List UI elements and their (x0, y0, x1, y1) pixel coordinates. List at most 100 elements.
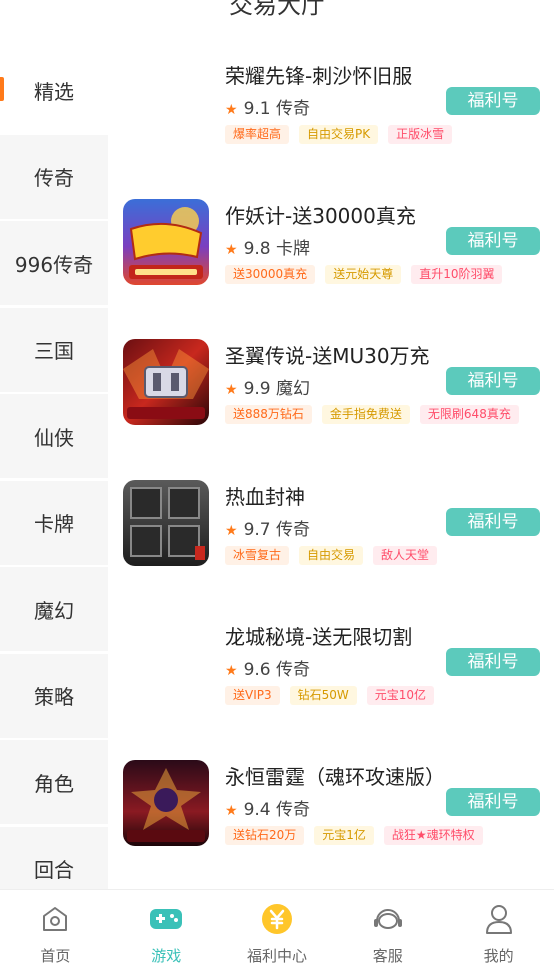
game-rating: ★ 9.6 传奇 (225, 655, 310, 680)
game-tag: 冰雪复古 (225, 545, 290, 565)
game-genre: 传奇 (276, 99, 311, 119)
tab-games[interactable]: 游戏 (111, 890, 222, 971)
bottom-tab-bar: 首页 游戏 福利中心 客服 我的 (0, 889, 554, 971)
welfare-account-button[interactable]: 福利号 (446, 647, 540, 676)
game-tag: 敌人天堂 (373, 545, 438, 565)
game-tag: 元宝1亿 (314, 825, 374, 845)
welfare-account-button[interactable]: 福利号 (446, 367, 540, 396)
sidebar-item-rpg[interactable]: 角色 (0, 740, 108, 824)
game-tag: 送30000真充 (225, 265, 316, 285)
sidebar-item-featured[interactable]: 精选 (0, 48, 108, 132)
game-item[interactable]: 圣翼传说-送MU30万充 ★ 9.9 魔幻 送888万钻石 金手指免费送 无限刷6… (108, 328, 554, 468)
sidebar-item-label: 卡牌 (34, 512, 74, 536)
game-tag: 送元始天尊 (325, 265, 402, 285)
game-score: 9.1 (243, 99, 271, 119)
game-tags: 爆率超高 自由交易PK 正版冰雪 (225, 125, 453, 144)
game-tag: 直升10阶羽翼 (411, 265, 503, 285)
active-indicator (0, 77, 4, 101)
tab-home[interactable]: 首页 (0, 890, 111, 971)
sidebar-item-three-kingdoms[interactable]: 三国 (0, 307, 108, 392)
tab-customer-service[interactable]: 客服 (332, 890, 443, 971)
welfare-account-button[interactable]: 福利号 (446, 227, 540, 256)
game-name: 热血封神 (225, 484, 305, 509)
sidebar-item-label: 传奇 (34, 166, 74, 190)
game-tag: 自由交易PK (299, 125, 379, 144)
game-item[interactable]: 龙城秘境-送无限切割 ★ 9.6 传奇 送VIP3 钻石50W 元宝10亿 福利号 (108, 609, 554, 749)
game-tag: 钻石50W (289, 685, 357, 705)
game-genre: 传奇 (276, 659, 311, 680)
tab-label: 福利中心 (246, 947, 307, 965)
welfare-account-button[interactable]: 福利号 (446, 507, 540, 536)
tab-label: 客服 (372, 947, 403, 965)
star-icon: ★ (225, 662, 238, 679)
sidebar-item-fantasy[interactable]: 魔幻 (0, 567, 108, 651)
star-icon: ★ (225, 522, 238, 539)
game-score: 9.6 (243, 659, 271, 680)
sidebar-item-card[interactable]: 卡牌 (0, 480, 108, 565)
sidebar-item-label: 角色 (34, 771, 74, 796)
sidebar-item-label: 回合 (34, 858, 74, 882)
gamepad-icon (149, 902, 183, 936)
tab-welfare-center[interactable]: 福利中心 (222, 890, 333, 971)
game-item[interactable]: 热血封神 ★ 9.7 传奇 冰雪复古 自由交易 敌人天堂 福利号 (108, 469, 554, 609)
game-name: 永恒雷霆（魂环攻速版） (225, 764, 445, 789)
sidebar-item-label: 仙侠 (34, 425, 74, 450)
game-rating: ★ 9.8 卡牌 (225, 234, 310, 259)
game-item[interactable]: 作妖计-送30000真充 ★ 9.8 卡牌 送30000真充 送元始天尊 直升10… (108, 188, 554, 328)
game-tag: 金手指免费送 (321, 405, 410, 425)
game-rating: ★ 9.9 魔幻 (225, 374, 310, 399)
game-name: 圣翼传说-送MU30万充 (225, 344, 430, 369)
welfare-account-button[interactable]: 福利号 (446, 787, 540, 816)
game-rating: ★ 9.7 传奇 (225, 515, 310, 540)
sidebar-item-xianxia[interactable]: 仙侠 (0, 394, 108, 478)
game-score: 9.4 (243, 799, 271, 820)
welfare-account-button[interactable]: 福利号 (446, 87, 540, 115)
page-title: 交易大厅 (229, 0, 325, 19)
game-tag: 元宝10亿 (366, 685, 435, 705)
game-icon-yonghengleiting (123, 759, 209, 846)
page-header: 交易大厅 (0, 0, 554, 30)
game-icon-zuoyaoji (123, 199, 209, 286)
yen-coin-icon (260, 902, 294, 936)
game-rating: ★ 9.4 传奇 (225, 795, 310, 820)
sidebar-item-label: 精选 (34, 79, 74, 104)
game-name: 荣耀先锋-刺沙怀旧服 (225, 64, 413, 88)
game-tags: 送VIP3 钻石50W 元宝10亿 (225, 685, 435, 705)
game-score: 9.9 (243, 379, 271, 400)
game-tags: 冰雪复古 自由交易 敌人天堂 (225, 545, 438, 565)
game-tag: 自由交易 (299, 545, 364, 565)
game-score: 9.7 (243, 519, 271, 540)
sidebar-item-label: 三国 (34, 339, 74, 363)
game-genre: 传奇 (276, 519, 311, 540)
game-item[interactable]: 荣耀先锋-刺沙怀旧服 ★ 9.1 传奇 爆率超高 自由交易PK 正版冰雪 福利号 (108, 48, 554, 188)
star-icon: ★ (225, 242, 238, 259)
game-tags: 送钻石20万 元宝1亿 战狂★魂环特权 (225, 825, 483, 845)
tab-label: 我的 (483, 947, 514, 965)
game-tag: 无限刷648真充 (419, 405, 519, 425)
sidebar-item-legend[interactable]: 传奇 (0, 134, 108, 219)
game-icon-rexuefengshen (123, 479, 209, 566)
game-genre: 魔幻 (276, 379, 311, 400)
game-tag: 送888万钻石 (225, 405, 312, 425)
game-tag: 爆率超高 (225, 125, 290, 144)
user-icon (482, 902, 516, 936)
category-sidebar: 精选 传奇 996传奇 三国 仙侠 卡牌 魔幻 策略 角色 回合 (0, 48, 108, 913)
sidebar-item-996-legend[interactable]: 996传奇 (0, 221, 108, 305)
game-name: 作妖计-送30000真充 (225, 204, 416, 229)
game-tag: 送VIP3 (225, 685, 280, 705)
game-tags: 送30000真充 送元始天尊 直升10阶羽翼 (225, 265, 503, 285)
game-tag: 送钻石20万 (225, 825, 305, 845)
game-genre: 传奇 (276, 799, 311, 820)
tab-profile[interactable]: 我的 (443, 890, 554, 971)
game-name: 龙城秘境-送无限切割 (225, 624, 413, 649)
game-list: 荣耀先锋-刺沙怀旧服 ★ 9.1 传奇 爆率超高 自由交易PK 正版冰雪 福利号 … (108, 48, 554, 889)
game-item[interactable]: 永恒雷霆（魂环攻速版） ★ 9.4 传奇 送钻石20万 元宝1亿 战狂★魂环特权 … (108, 749, 554, 889)
game-rating: ★ 9.1 传奇 (225, 94, 310, 119)
sidebar-item-label: 魔幻 (34, 598, 74, 623)
game-score: 9.8 (243, 239, 271, 260)
sidebar-item-strategy[interactable]: 策略 (0, 653, 108, 738)
sidebar-item-label: 策略 (34, 685, 74, 709)
star-icon: ★ (225, 382, 238, 399)
tab-label: 首页 (40, 947, 71, 965)
game-tag: 战狂★魂环特权 (383, 825, 483, 845)
